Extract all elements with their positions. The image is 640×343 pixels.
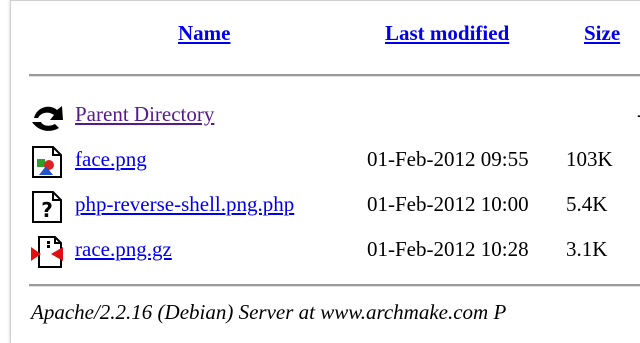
file-row: race.png.gz 01-Feb-2012 10:28 3.1K [29,231,640,271]
page-frame: Name Last modified Size Parent Directory… [10,0,640,343]
column-header-last-modified[interactable]: Last modified [385,21,509,46]
column-header-name[interactable]: Name [178,21,230,46]
file-modified: 01-Feb-2012 10:00 [367,192,529,216]
file-size: 5.4K [566,192,608,216]
parent-directory-row: Parent Directory - [29,96,640,136]
file-modified: 01-Feb-2012 10:28 [367,237,529,261]
column-header-size[interactable]: Size [584,21,620,46]
server-signature: Apache/2.2.16 (Debian) Server at www.arc… [31,300,507,324]
header-divider [29,74,640,77]
file-link[interactable]: face.png [75,147,147,172]
svg-text:?: ? [41,198,53,222]
file-size: 3.1K [566,237,608,261]
file-link[interactable]: php-reverse-shell.png.php [75,192,294,217]
unknown-file-icon[interactable]: ? [29,190,69,224]
file-link[interactable]: race.png.gz [75,237,172,262]
image-file-icon[interactable] [29,145,69,179]
back-arrow-icon[interactable] [29,100,69,134]
parent-directory-link[interactable]: Parent Directory [75,102,214,127]
compressed-file-icon[interactable] [29,235,69,269]
file-size: 103K [566,147,613,171]
file-modified: 01-Feb-2012 09:55 [367,147,529,171]
file-row: ? php-reverse-shell.png.php 01-Feb-2012 … [29,186,640,226]
file-row: face.png 01-Feb-2012 09:55 103K [29,141,640,181]
footer-divider [29,284,640,287]
